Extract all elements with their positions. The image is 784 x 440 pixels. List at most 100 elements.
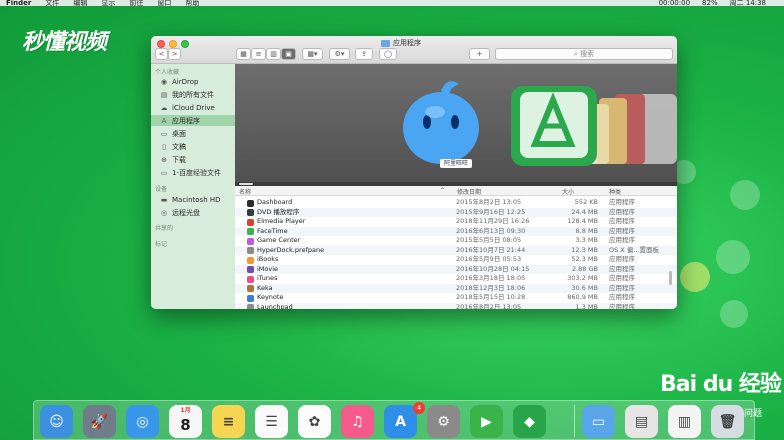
app-icon bbox=[247, 304, 254, 309]
documents-icon: ▯ bbox=[162, 142, 166, 151]
document-stack-icon[interactable]: ▥ bbox=[668, 405, 701, 438]
add-tab-button[interactable]: + bbox=[469, 48, 490, 60]
table-row[interactable]: Keka 2018年12月3日 18:06 30.6 MB 应用程序 bbox=[235, 283, 677, 293]
menu-help[interactable]: 帮助 bbox=[185, 0, 199, 6]
scroll-thumb[interactable] bbox=[239, 183, 253, 185]
file-name: Keynote bbox=[257, 293, 284, 301]
table-row[interactable]: Dashboard 2015年8月2日 13:05 552 KB 应用程序 bbox=[235, 198, 677, 208]
menubar-clock[interactable]: 00:00:00 bbox=[659, 0, 690, 6]
menu-file[interactable]: 文件 bbox=[45, 0, 59, 6]
itunes-icon[interactable]: ♫ bbox=[341, 405, 374, 438]
sidebar-item-applications[interactable]: A 应用程序 bbox=[151, 115, 235, 126]
table-row[interactable]: Keynote 2018年5月15日 10:28 860.9 MB 应用程序 bbox=[235, 293, 677, 303]
table-row[interactable]: Launchpad 2016年8月2日 13:05 1.3 MB 应用程序 bbox=[235, 302, 677, 310]
sidebar-item-desktop[interactable]: ▭ 桌面 bbox=[151, 128, 235, 139]
sidebar-item-label: 远程光盘 bbox=[172, 208, 200, 217]
tag-button[interactable]: ◯ bbox=[379, 48, 397, 60]
applications-folder-icon[interactable]: ▭ bbox=[582, 405, 615, 438]
window-title-label: 应用程序 bbox=[393, 39, 421, 47]
icon-view-button[interactable]: ▦ bbox=[236, 48, 251, 60]
share-button[interactable]: ⇪ bbox=[355, 48, 373, 60]
sidebar-item-icloud[interactable]: ☁ iCloud Drive bbox=[151, 102, 235, 113]
table-row[interactable]: iTunes 2016年3月18日 18:05 303.2 MB 应用程序 bbox=[235, 274, 677, 284]
column-name[interactable]: 名称 bbox=[239, 187, 251, 196]
menu-view[interactable]: 显示 bbox=[101, 0, 115, 6]
minimize-button[interactable] bbox=[169, 40, 177, 48]
sidebar-item-all-files[interactable]: ▤ 我的所有文件 bbox=[151, 89, 235, 100]
finder-icon[interactable]: ☺ bbox=[40, 405, 73, 438]
safari-icon[interactable]: ◎ bbox=[126, 405, 159, 438]
notes-icon[interactable]: ≡ bbox=[212, 405, 245, 438]
trash-icon[interactable]: 🗑 bbox=[711, 405, 744, 438]
baidu-logo: Bai du 经验 bbox=[660, 372, 782, 397]
file-kind: OS X 偏...置面板 bbox=[609, 245, 660, 254]
sidebar-item-baidu-folder[interactable]: ▭ 1-百度经验文件 bbox=[151, 167, 235, 178]
folder-icon: ▭ bbox=[160, 168, 168, 177]
calendar-month: 1月 bbox=[180, 407, 191, 414]
app-store-icon[interactable]: A bbox=[384, 405, 417, 438]
column-view-button[interactable]: ▥ bbox=[266, 48, 281, 60]
menu-bar: Finder 文件 编辑 显示 前往 窗口 帮助 00:00:00 82% 周二… bbox=[0, 0, 784, 6]
menu-window[interactable]: 窗口 bbox=[157, 0, 171, 6]
file-kind: 应用程序 bbox=[609, 217, 635, 225]
column-date[interactable]: 修改日期 bbox=[457, 187, 481, 196]
table-row[interactable]: FaceTime 2016年6月13日 09:30 8.8 MB 应用程序 bbox=[235, 226, 677, 236]
sidebar-item-macintosh-hd[interactable]: ▬ Macintosh HD bbox=[151, 194, 235, 205]
sidebar-item-downloads[interactable]: ⊕ 下载 bbox=[151, 154, 235, 165]
table-row[interactable]: Elmedia Player 2018年11月29日 16:26 128.4 MB 应… bbox=[235, 217, 677, 227]
file-name: Game Center bbox=[257, 236, 301, 244]
photos-icon[interactable]: ✿ bbox=[298, 405, 331, 438]
sidebar-item-label: 我的所有文件 bbox=[172, 90, 214, 99]
list-view-button[interactable]: ≡ bbox=[251, 48, 266, 60]
desktop-icon: ▭ bbox=[160, 129, 168, 138]
table-row[interactable]: DVD 播放程序 2015年9月16日 12:25 24.4 MB 应用程序 bbox=[235, 207, 677, 217]
table-row[interactable]: iBooks 2016年5月9日 05:53 52.3 MB 应用程序 bbox=[235, 255, 677, 265]
menu-edit[interactable]: 编辑 bbox=[73, 0, 87, 6]
facetime-icon[interactable]: ▶ bbox=[470, 405, 503, 438]
forward-button[interactable]: > bbox=[168, 48, 181, 60]
reminders-icon[interactable]: ☰ bbox=[255, 405, 288, 438]
file-name: HyperDock.prefpane bbox=[257, 245, 325, 254]
search-placeholder: 搜索 bbox=[580, 50, 595, 58]
file-name: DVD 播放程序 bbox=[257, 207, 300, 216]
sidebar-item-documents[interactable]: ▯ 文稿 bbox=[151, 141, 235, 152]
file-date: 2015年5月5日 08:05 bbox=[456, 236, 522, 244]
decorative-circle bbox=[730, 180, 760, 210]
calendar-icon[interactable]: 1月 8 bbox=[169, 405, 202, 438]
file-date: 2015年8月2日 13:05 bbox=[456, 198, 522, 206]
app-icon bbox=[247, 275, 254, 283]
battery-status[interactable]: 82% bbox=[702, 0, 718, 6]
action-menu-button[interactable]: ⚙▾ bbox=[329, 48, 350, 60]
search-input[interactable]: ⌕ 搜索 bbox=[495, 48, 673, 60]
cover-flow-view-button[interactable]: ▣ bbox=[281, 48, 296, 60]
table-row[interactable]: Game Center 2015年5月5日 08:05 3.3 MB 应用程序 bbox=[235, 236, 677, 246]
menu-finder[interactable]: Finder bbox=[6, 0, 31, 6]
system-preferences-icon[interactable]: ⚙ bbox=[427, 405, 460, 438]
column-kind[interactable]: 种类 bbox=[609, 187, 621, 196]
sidebar-item-airdrop[interactable]: ◉ AirDrop bbox=[151, 76, 235, 87]
back-button[interactable]: < bbox=[155, 48, 168, 60]
list-scrollbar[interactable] bbox=[669, 271, 672, 285]
decorative-circle bbox=[716, 240, 750, 274]
app-icon bbox=[247, 285, 254, 292]
title-bar[interactable]: 应用程序 < > ▦ ≡ ▥ ▣ ▦▾ ⚙▾ ⇪ ◯ + ⌕ 搜索 bbox=[151, 36, 677, 64]
zoom-button[interactable] bbox=[181, 40, 189, 48]
close-button[interactable] bbox=[157, 40, 165, 48]
sidebar-item-remote-disc[interactable]: ◎ 远程光盘 bbox=[151, 207, 235, 218]
launchpad-icon[interactable]: 🚀 bbox=[83, 405, 116, 438]
menubar-datetime[interactable]: 周二 14:38 bbox=[730, 0, 766, 6]
file-name: Launchpad bbox=[257, 302, 293, 310]
decorative-circle bbox=[720, 300, 748, 328]
coverflow-app-icon[interactable]: ◆ bbox=[513, 405, 546, 438]
column-size[interactable]: 大小 bbox=[562, 187, 574, 196]
preview-stack-icon[interactable]: ▤ bbox=[625, 405, 658, 438]
table-row[interactable]: iMovie 2016年10月28日 04:15 2.88 GB 应用程序 bbox=[235, 264, 677, 274]
cover-flow-caption: 阿里旺旺 bbox=[440, 159, 473, 168]
column-header: 名称 ⌃ 修改日期 大小 种类 bbox=[235, 186, 677, 196]
cover-flow-pane[interactable]: 阿里旺旺 bbox=[235, 64, 677, 186]
arrange-menu-button[interactable]: ▦▾ bbox=[302, 48, 323, 60]
table-row[interactable]: HyperDock.prefpane 2016年10月7日 21:44 12.3 M… bbox=[235, 245, 677, 255]
cover-item bbox=[403, 92, 479, 164]
menu-go[interactable]: 前往 bbox=[129, 0, 143, 6]
file-size: 303.2 MB bbox=[567, 274, 598, 282]
